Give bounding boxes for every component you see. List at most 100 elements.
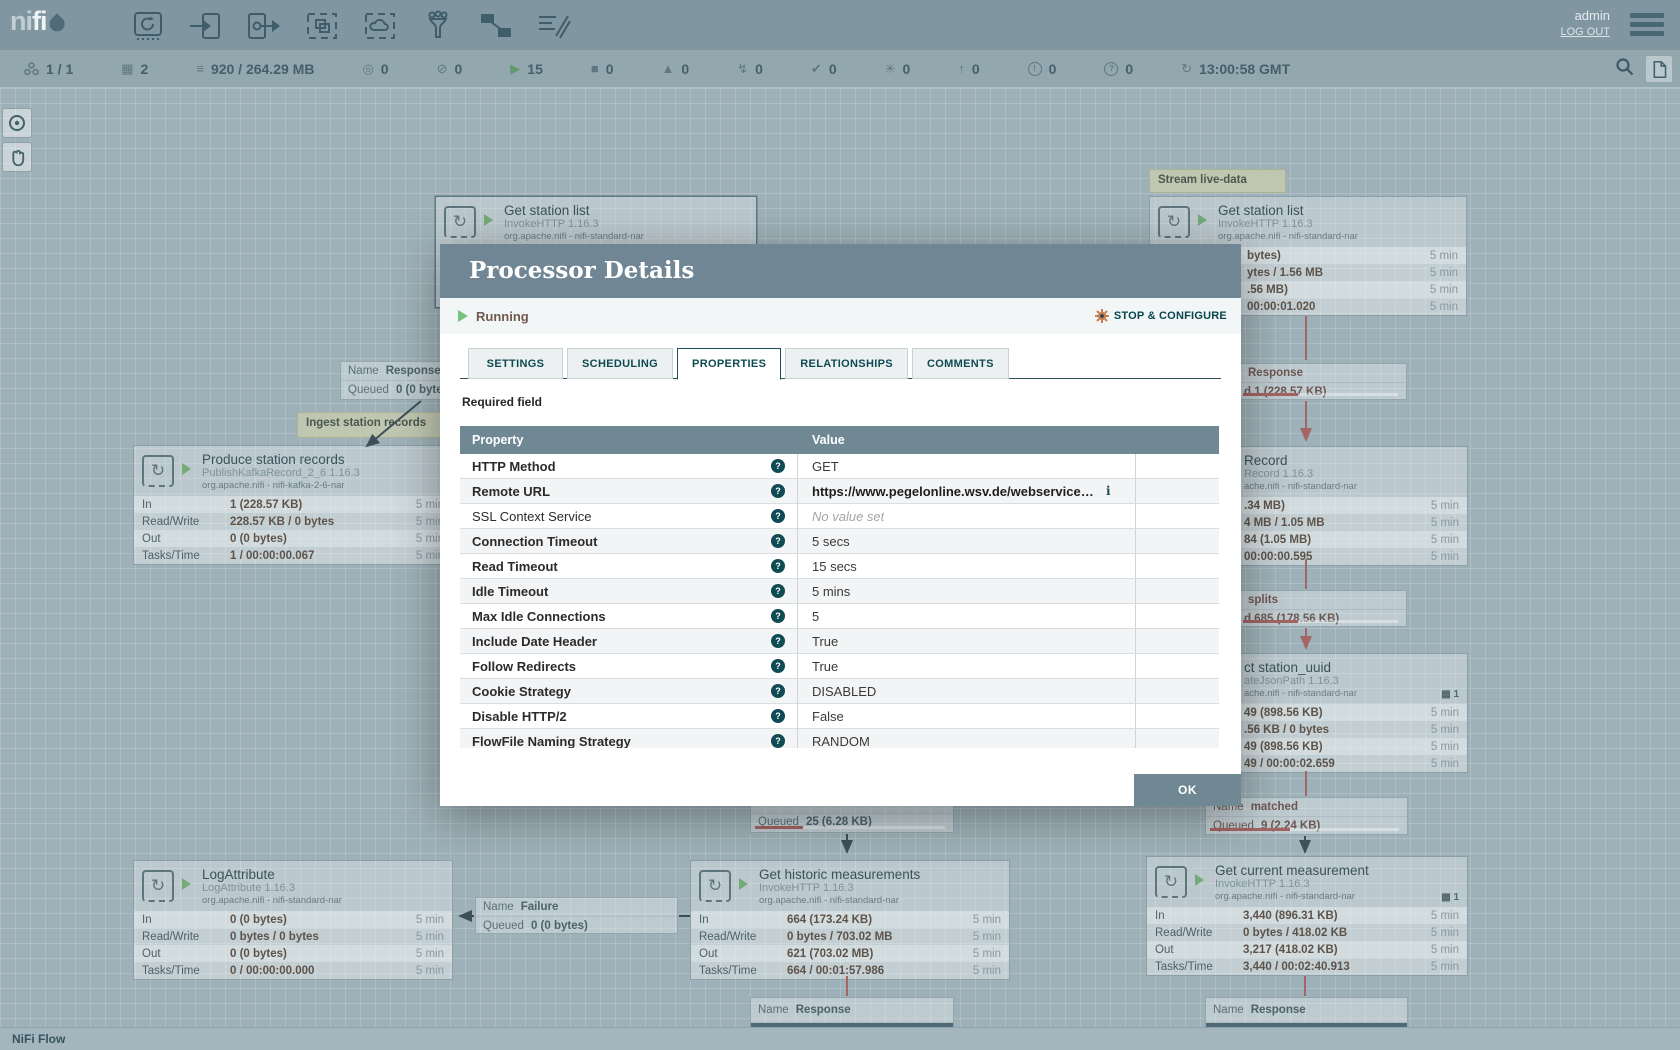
stat-row: Tasks/Time1 / 00:00:00.0675 min <box>134 547 452 564</box>
process-group-drag-icon[interactable] <box>304 10 340 42</box>
table-header: Property Value <box>460 426 1219 454</box>
refresh-icon[interactable]: ↻ <box>1181 62 1192 75</box>
help-icon[interactable]: ? <box>771 684 785 698</box>
canvas-label-ingest-station-records[interactable]: Ingest station records <box>297 412 443 438</box>
processor-produce-station-records[interactable]: ↻ Produce station records PublishKafkaRe… <box>133 445 453 565</box>
table-row[interactable]: Remote URL?https://www.pegelonline.wsv.d… <box>460 479 1219 504</box>
queue-size-indicator <box>1210 828 1399 831</box>
processor-icon: ↻ <box>142 870 174 902</box>
table-row[interactable]: Read Timeout?15 secs <box>460 554 1219 579</box>
stat-row: Tasks/Time664 / 00:01:57.9865 min <box>691 962 1009 979</box>
stat-row: Read/Write0 bytes / 703.02 MB5 min <box>691 928 1009 945</box>
processor-details-dialog: Processor Details Running STOP & CONFIGU… <box>440 244 1241 806</box>
locally-modified-and-stale-icon: ! <box>1028 62 1042 76</box>
stat-row: Read/Write0 bytes / 418.02 KB5 min <box>1147 924 1467 941</box>
logout-link[interactable]: LOG OUT <box>1560 24 1610 41</box>
input-port-drag-icon[interactable] <box>188 10 224 42</box>
table-row[interactable]: HTTP Method?GET <box>460 454 1219 479</box>
properties-table[interactable]: Property Value HTTP Method?GET Remote UR… <box>460 426 1219 748</box>
dialog-title: Processor Details <box>440 244 1241 284</box>
processor-get-current-measurement[interactable]: ↻ Get current measurement InvokeHTTP 1.1… <box>1146 856 1468 976</box>
canvas-label-stream-live-data[interactable]: Stream live-data <box>1149 169 1286 193</box>
stat-row: Out3,217 (418.02 KB)5 min <box>1147 941 1467 958</box>
active-threads-icon: ▦ <box>121 62 133 75</box>
tab-scheduling[interactable]: SCHEDULING <box>567 348 673 379</box>
breadcrumb-bar: NiFi Flow <box>0 1027 1680 1050</box>
connected-nodes-count: 1 / 1 <box>46 61 73 77</box>
tab-comments[interactable]: COMMENTS <box>912 348 1009 379</box>
pan-hand-button[interactable] <box>2 142 32 172</box>
table-row[interactable]: Include Date Header?True <box>460 629 1219 654</box>
status-bar: 1 / 1 ▦2 ≡920 / 264.29 MB ◎0 ⊘0 ▶15 ■0 ▲… <box>0 50 1680 88</box>
ok-button[interactable]: OK <box>1134 774 1241 806</box>
help-icon[interactable]: ? <box>771 634 785 648</box>
tab-properties[interactable]: PROPERTIES <box>677 348 781 380</box>
table-row[interactable]: Max Idle Connections?5 <box>460 604 1219 629</box>
table-row[interactable]: Cookie Strategy?DISABLED <box>460 679 1219 704</box>
processor-icon: ↻ <box>1155 866 1187 898</box>
connection-response-right[interactable]: Response d 1 (228.57 KB) <box>1238 363 1407 400</box>
help-icon[interactable]: ? <box>771 709 785 723</box>
table-row[interactable]: Follow Redirects?True <box>460 654 1219 679</box>
output-port-drag-icon[interactable] <box>246 10 282 42</box>
table-row[interactable]: Idle Timeout?5 mins <box>460 579 1219 604</box>
stat-row: In3,440 (896.31 KB)5 min <box>1147 907 1467 924</box>
processor-icon: ↻ <box>142 455 174 487</box>
disabled-icon: ↯ <box>737 62 748 75</box>
current-user: admin <box>1560 7 1610 24</box>
help-icon[interactable]: ? <box>771 534 785 548</box>
breadcrumb[interactable]: NiFi Flow <box>0 1032 65 1046</box>
help-icon[interactable]: ? <box>771 559 785 573</box>
help-icon[interactable]: ? <box>771 659 785 673</box>
stat-row: Out621 (703.02 MB)5 min <box>691 945 1009 962</box>
queue-size-indicator <box>755 826 945 829</box>
up-to-date-icon: ✔ <box>811 62 822 75</box>
help-icon[interactable]: ? <box>771 734 785 748</box>
processor-log-attribute[interactable]: ↻ LogAttribute LogAttribute 1.16.3 org.a… <box>133 860 453 980</box>
template-drag-icon[interactable] <box>478 10 514 42</box>
tab-relationships[interactable]: RELATIONSHIPS <box>785 348 908 379</box>
search-icon[interactable] <box>1615 57 1634 81</box>
gear-icon <box>1095 309 1109 323</box>
stat-row: Out0 (0 bytes)5 min <box>134 530 452 547</box>
running-status-icon <box>1195 874 1204 886</box>
table-row[interactable]: FlowFile Naming Strategy?RANDOM <box>460 729 1219 748</box>
processor-icon: ↻ <box>699 870 731 902</box>
sync-failure-icon: ? <box>1104 62 1118 76</box>
global-menu-icon[interactable] <box>1630 13 1664 40</box>
stop-and-configure-button[interactable]: STOP & CONFIGURE <box>1095 309 1227 323</box>
app-header: nifi admin LOG OUT <box>0 0 1680 50</box>
table-row[interactable]: Connection Timeout?5 secs <box>460 529 1219 554</box>
stat-row: In0 (0 bytes)5 min <box>134 911 452 928</box>
stat-row: Tasks/Time3,440 / 00:02:40.9135 min <box>1147 958 1467 975</box>
cluster-node-badge: ▦ 1 <box>1441 892 1459 903</box>
center-view-button[interactable] <box>2 108 32 138</box>
help-icon[interactable]: ? <box>771 459 785 473</box>
remote-process-group-drag-icon[interactable] <box>362 10 398 42</box>
help-icon[interactable]: ? <box>771 509 785 523</box>
birdseye-toggle[interactable] <box>1646 56 1672 82</box>
stat-row: Read/Write0 bytes / 0 bytes5 min <box>134 928 452 945</box>
tab-settings[interactable]: SETTINGS <box>468 348 563 379</box>
stat-row: Tasks/Time0 / 00:00:00.0005 min <box>134 962 452 979</box>
dialog-status-bar: Running STOP & CONFIGURE <box>440 298 1241 334</box>
processor-drag-icon[interactable] <box>130 10 166 42</box>
table-row[interactable]: SSL Context Service?No value set <box>460 504 1219 529</box>
last-refresh-time: 13:00:58 GMT <box>1199 61 1290 77</box>
running-status-icon <box>484 214 493 226</box>
info-icon[interactable]: i <box>1106 484 1111 498</box>
table-row[interactable]: Disable HTTP/2?False <box>460 704 1219 729</box>
processor-get-historic-measurements[interactable]: ↻ Get historic measurements InvokeHTTP 1… <box>690 860 1010 980</box>
funnel-drag-icon[interactable] <box>420 10 456 42</box>
queue-size-indicator <box>1243 393 1398 396</box>
component-toolbar <box>130 8 572 44</box>
help-icon[interactable]: ? <box>771 484 785 498</box>
connection-failure[interactable]: NameFailure Queued0 (0 bytes) <box>475 897 678 934</box>
help-icon[interactable]: ? <box>771 584 785 598</box>
label-drag-icon[interactable] <box>536 10 572 42</box>
running-status-icon <box>182 463 191 475</box>
help-icon[interactable]: ? <box>771 609 785 623</box>
nifi-drop-icon <box>46 13 67 34</box>
connection-splits[interactable]: splits d 685 (178.56 KB) <box>1238 590 1407 627</box>
running-status-icon <box>739 878 748 890</box>
